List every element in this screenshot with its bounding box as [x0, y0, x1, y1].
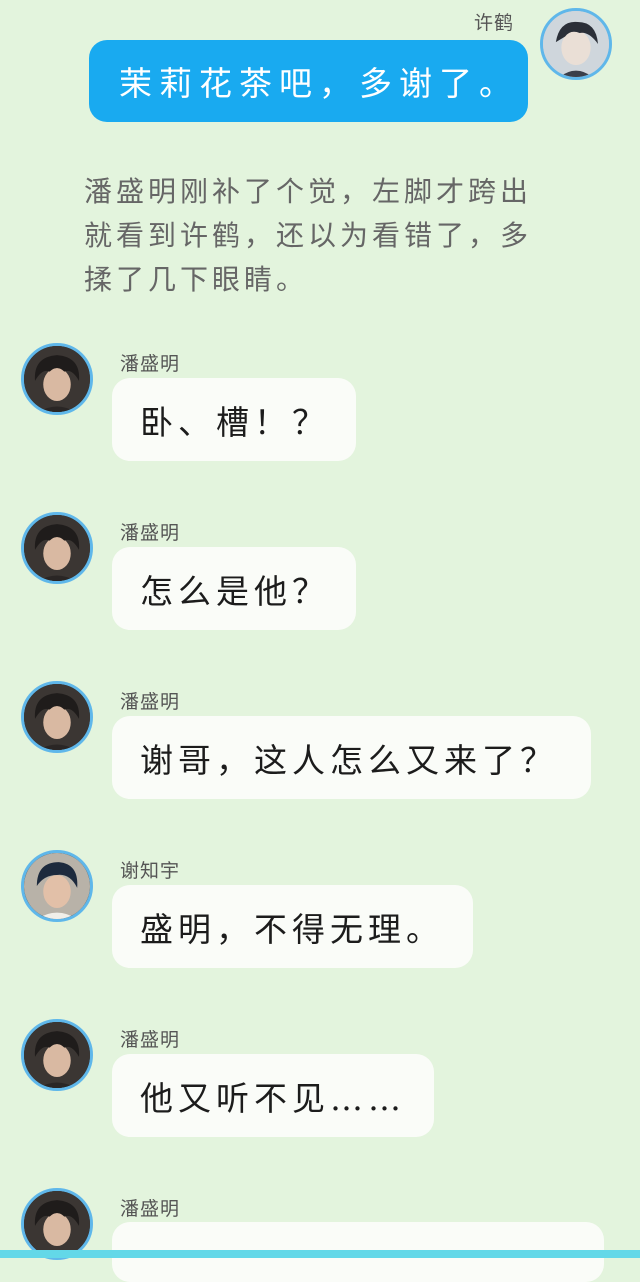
message-bubble[interactable]: 盛明，不得无理。	[112, 885, 473, 968]
panshengming-avatar-icon[interactable]	[21, 512, 93, 584]
panshengming-avatar-icon[interactable]	[21, 1019, 93, 1091]
sender-name: 潘盛明	[120, 353, 181, 375]
message-bubble[interactable]: 卧、槽！？	[112, 378, 356, 461]
sender-name: 潘盛明	[120, 522, 181, 544]
panshengming-avatar-icon[interactable]	[21, 343, 93, 415]
sender-name: 谢知宇	[120, 860, 181, 882]
panshengming-avatar-icon[interactable]	[21, 681, 93, 753]
message-bubble[interactable]: 怎么是他？	[112, 547, 356, 630]
narration-text: 潘盛明刚补了个觉，左脚才跨出就看到许鹤，还以为看错了，多揉了几下眼睛。	[84, 175, 533, 296]
sender-name: 潘盛明	[120, 1029, 181, 1051]
sender-name: 潘盛明	[120, 1198, 181, 1220]
xiezhiyu-avatar-icon[interactable]	[21, 850, 93, 922]
bottom-edge-bar	[0, 1250, 640, 1258]
message-bubble[interactable]: 茉莉花茶吧，多谢了。	[89, 40, 528, 122]
message-bubble[interactable]: 谢哥，这人怎么又来了？	[112, 716, 591, 799]
xuhe-avatar-icon[interactable]	[540, 8, 612, 80]
sender-name: 许鹤	[474, 12, 515, 34]
sender-name: 潘盛明	[120, 691, 181, 713]
message-bubble[interactable]: 他又听不见……	[112, 1054, 434, 1137]
